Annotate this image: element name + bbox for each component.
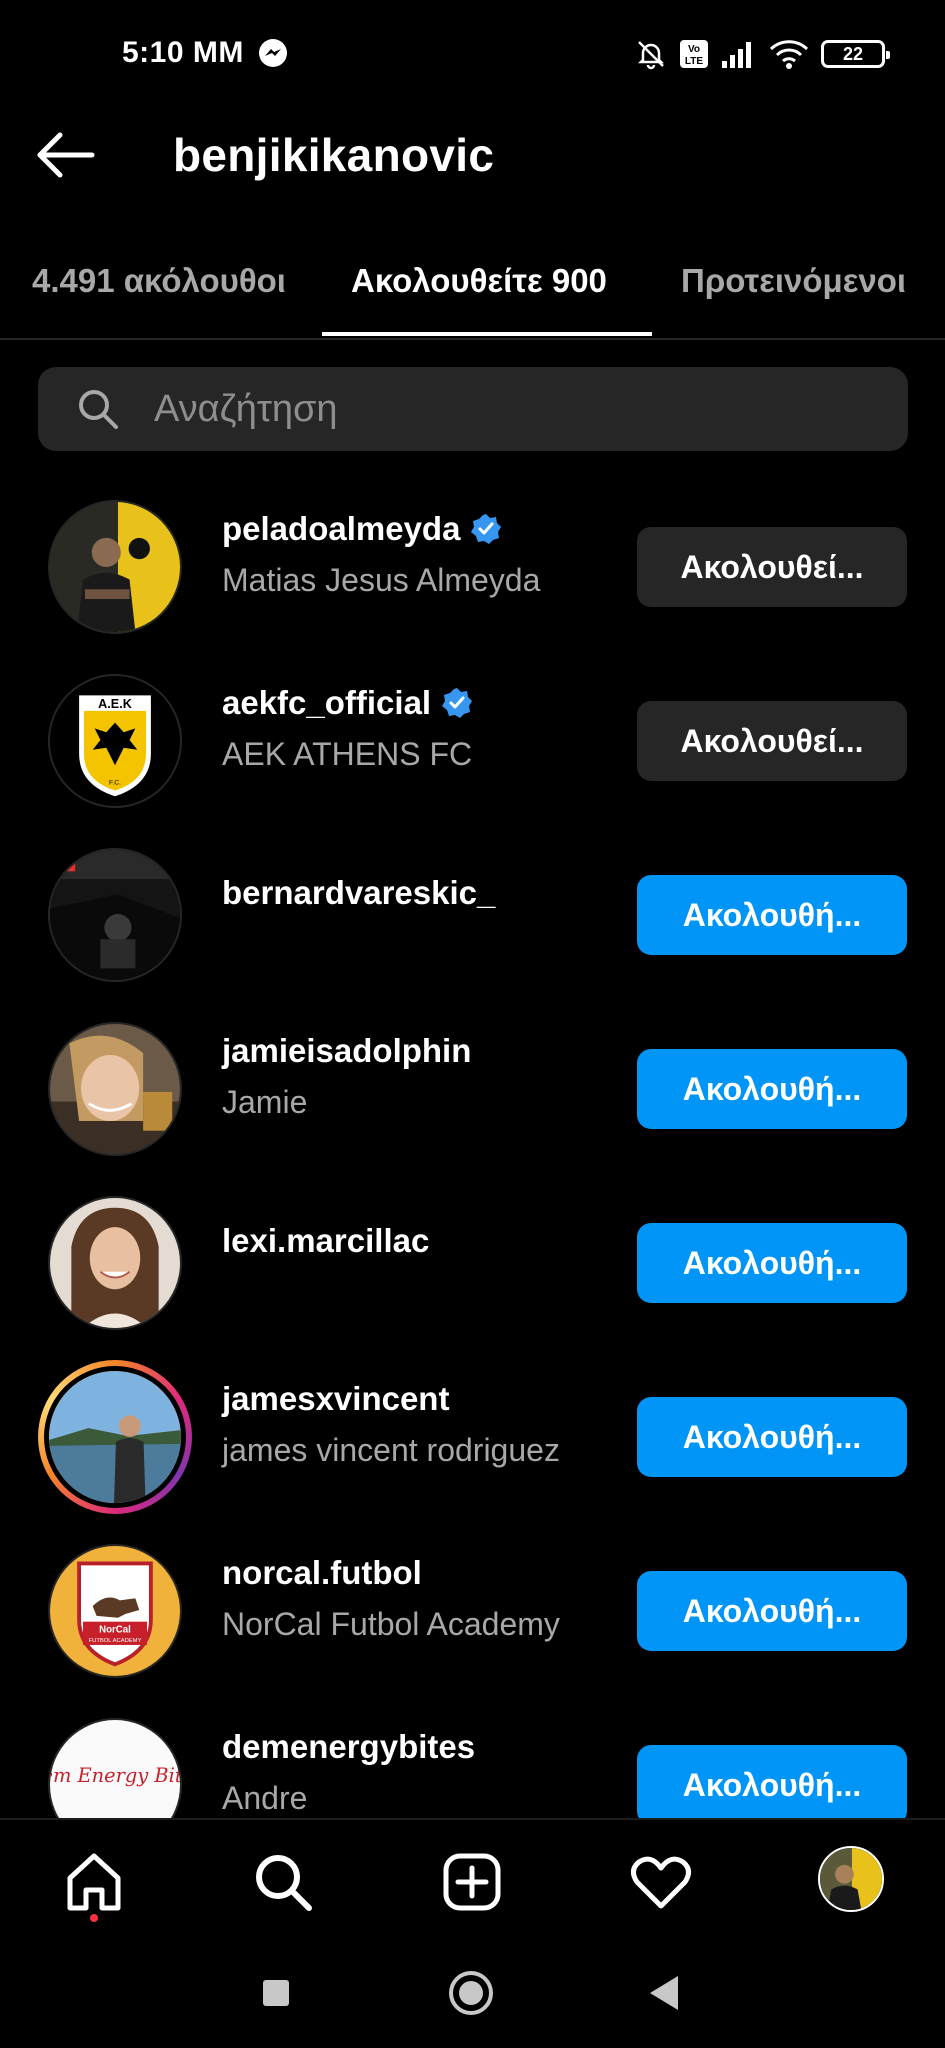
recents-button[interactable] [263, 1980, 289, 2006]
follow-back-button[interactable]: Ακολουθή... [637, 875, 907, 955]
avatar[interactable]: Α.Ε.Κ F.C. [48, 674, 182, 808]
aek-crest-text: Α.Ε.Κ [98, 697, 132, 711]
norcal-crest-text: NorCal [99, 1624, 131, 1635]
tab-followers[interactable]: 4.491 ακόλουθοι [32, 262, 286, 300]
signal-icon [722, 42, 751, 68]
full-name: james vincent rodriguez [222, 1432, 560, 1468]
status-time: 5:10 MM [122, 36, 244, 69]
avatar-image [49, 1371, 181, 1503]
home-button[interactable] [449, 1971, 493, 2015]
avatar-image: Α.Ε.Κ F.C. [50, 676, 180, 806]
list-item[interactable]: peladoalmeyda Matias Jesus Almeyda Ακολο… [0, 480, 945, 654]
list-item[interactable]: lexi.marcillac Ακολουθή... [0, 1176, 945, 1350]
username-text: aekfc_official [222, 684, 432, 721]
avatar-image: Dem Energy Bites [50, 1720, 180, 1818]
username[interactable]: peladoalmeyda [222, 510, 502, 548]
avatar-image [50, 1198, 180, 1328]
username-text: demenergybites [222, 1728, 476, 1765]
avatar-image: NorCal FUTBOL ACADEMY [50, 1546, 180, 1676]
verified-badge-icon [471, 514, 502, 544]
following-button[interactable]: Ακολουθεί... [637, 701, 907, 781]
battery-icon: 22 [821, 40, 890, 68]
username[interactable]: bernardvareskic_ [222, 874, 495, 912]
svg-text:LTE: LTE [685, 56, 703, 67]
search-icon[interactable] [251, 1850, 315, 1914]
follow-back-button[interactable]: Ακολουθή... [637, 1397, 907, 1477]
tab-bar: 4.491 ακόλουθοι Ακολουθείτε 900 Προτεινό… [0, 248, 945, 340]
username[interactable]: jamieisadolphin [222, 1032, 471, 1070]
follow-back-button[interactable]: Ακολουθή... [637, 1049, 907, 1129]
volte-icon: Vo LTE [680, 40, 708, 68]
list-item[interactable]: bernardvareskic_ Ακολουθή... [0, 828, 945, 1002]
avatar[interactable] [48, 1196, 182, 1330]
list-item[interactable]: NorCal FUTBOL ACADEMY norcal.futbol NorC… [0, 1524, 945, 1698]
avatar-image [50, 1024, 180, 1154]
follow-back-button[interactable]: Ακολουθή... [637, 1571, 907, 1651]
full-name: AEK ATHENS FC [222, 736, 473, 772]
profile-avatar-image [820, 1848, 882, 1910]
list-item[interactable]: Α.Ε.Κ F.C. aekfc_official AEK ATHENS FC … [0, 654, 945, 828]
notification-dot [90, 1914, 98, 1922]
active-tab-indicator [322, 332, 652, 336]
list-item[interactable]: Dem Energy Bites demenergybites Andre Ακ… [0, 1698, 945, 1818]
username[interactable]: lexi.marcillac [222, 1222, 429, 1260]
avatar-image [50, 502, 180, 632]
bottom-nav [0, 1818, 945, 1938]
mute-icon [637, 41, 665, 70]
full-name: Jamie [222, 1084, 308, 1120]
username-text: norcal.futbol [222, 1554, 422, 1591]
messenger-icon [259, 39, 287, 67]
activity-heart-icon[interactable] [629, 1850, 693, 1914]
status-icons: Vo LTE 22 [635, 36, 890, 72]
aek-crest-footer: F.C. [109, 780, 121, 787]
home-icon[interactable] [62, 1850, 126, 1914]
search-input[interactable] [154, 367, 854, 451]
full-name: Matias Jesus Almeyda [222, 562, 541, 598]
page-title: benjikikanovic [173, 129, 495, 181]
svg-text:Vo: Vo [688, 44, 700, 55]
avatar[interactable] [48, 1022, 182, 1156]
username[interactable]: jamesxvincent [222, 1380, 449, 1418]
profile-avatar[interactable] [818, 1846, 884, 1912]
norcal-crest-subtext: FUTBOL ACADEMY [89, 1638, 142, 1644]
avatar[interactable] [48, 848, 182, 982]
dem-energy-logo: Dem Energy Bites [50, 1764, 180, 1787]
follow-back-button[interactable]: Ακολουθή... [637, 1745, 907, 1818]
username-text: jamieisadolphin [222, 1032, 472, 1069]
list-item[interactable]: jamieisadolphin Jamie Ακολουθή... [0, 1002, 945, 1176]
username[interactable]: aekfc_official [222, 684, 473, 722]
battery-level: 22 [842, 43, 864, 64]
back-button[interactable] [650, 1976, 678, 2010]
username[interactable]: demenergybites [222, 1728, 475, 1766]
avatar[interactable] [48, 500, 182, 634]
full-name: NorCal Futbol Academy [222, 1606, 560, 1642]
arrow-left-icon[interactable] [36, 132, 96, 178]
avatar-image [50, 850, 180, 980]
avatar[interactable]: NorCal FUTBOL ACADEMY [48, 1544, 182, 1678]
avatar[interactable]: Dem Energy Bites [48, 1718, 182, 1818]
full-name: Andre [222, 1780, 308, 1816]
username-text: jamesxvincent [222, 1380, 450, 1417]
wifi-icon [769, 40, 809, 69]
verified-badge-icon [442, 688, 473, 718]
create-post-icon[interactable] [440, 1850, 504, 1914]
search-icon [79, 390, 118, 429]
following-button[interactable]: Ακολουθεί... [637, 527, 907, 607]
username[interactable]: norcal.futbol [222, 1554, 422, 1592]
system-nav-bar [0, 1940, 945, 2048]
list-item[interactable]: jamesxvincent james vincent rodriguez Ακ… [0, 1350, 945, 1524]
tab-suggested[interactable]: Προτεινόμενοι [681, 262, 906, 300]
username-text: lexi.marcillac [222, 1222, 430, 1259]
search-bar[interactable] [38, 367, 908, 451]
following-list: peladoalmeyda Matias Jesus Almeyda Ακολο… [0, 480, 945, 1818]
username-text: bernardvareskic_ [222, 874, 496, 911]
tab-following[interactable]: Ακολουθείτε 900 [351, 262, 607, 300]
status-bar: 5:10 MM Vo LTE 22 [0, 0, 945, 110]
follow-back-button[interactable]: Ακολουθή... [637, 1223, 907, 1303]
username-text: peladoalmeyda [222, 510, 461, 547]
header: benjikikanovic [0, 110, 945, 200]
avatar-with-story-ring[interactable] [38, 1360, 192, 1514]
